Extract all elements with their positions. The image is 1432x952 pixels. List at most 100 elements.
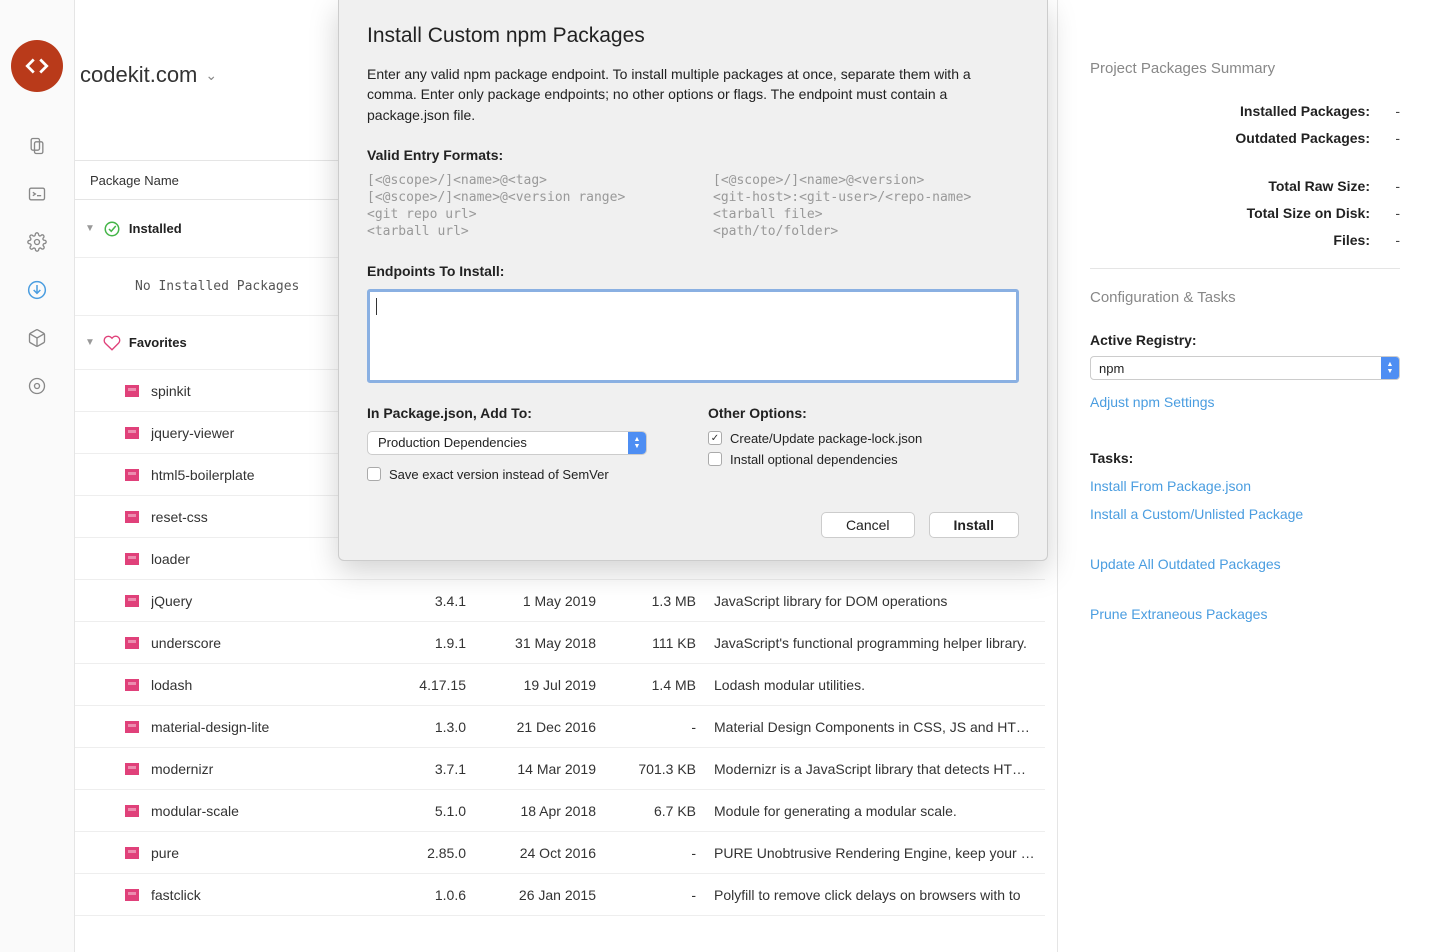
summary-raw: Total Raw Size: -	[1090, 178, 1400, 194]
nav-settings-icon[interactable]	[19, 224, 55, 260]
package-desc: Modernizr is a JavaScript library that d…	[714, 761, 1045, 777]
adjust-npm-link[interactable]: Adjust npm Settings	[1090, 394, 1400, 410]
pin-icon	[125, 595, 139, 607]
registry-select[interactable]: npm ▲▼	[1090, 356, 1400, 380]
package-date: 18 Apr 2018	[466, 803, 596, 819]
pkgjson-select[interactable]: Production Dependencies ▲▼	[367, 431, 647, 455]
package-date: 24 Oct 2016	[466, 845, 596, 861]
pin-icon	[125, 469, 139, 481]
endpoints-input[interactable]	[367, 289, 1019, 383]
checkbox-icon	[367, 467, 381, 481]
package-version: 3.4.1	[386, 593, 466, 609]
checkbox-icon	[708, 452, 722, 466]
package-desc: Polyfill to remove click delays on brows…	[714, 887, 1045, 903]
package-row[interactable]: modular-scale5.1.018 Apr 20186.7 KBModul…	[75, 790, 1045, 832]
package-name: modular-scale	[151, 803, 386, 819]
pin-icon	[125, 847, 139, 859]
package-date: 31 May 2018	[466, 635, 596, 651]
formats-grid: [<@scope>/]<name>@<tag> [<@scope>/]<name…	[367, 173, 1019, 239]
disclosure-triangle-icon[interactable]: ▼	[85, 337, 95, 348]
package-size: 701.3 KB	[596, 761, 696, 777]
package-row[interactable]: material-design-lite1.3.021 Dec 2016-Mat…	[75, 706, 1045, 748]
task-update-all[interactable]: Update All Outdated Packages	[1090, 556, 1400, 572]
pin-icon	[125, 679, 139, 691]
select-arrows-icon: ▲▼	[1381, 357, 1399, 379]
package-name: modernizr	[151, 761, 386, 777]
select-arrows-icon: ▲▼	[628, 432, 646, 454]
task-prune[interactable]: Prune Extraneous Packages	[1090, 606, 1400, 622]
pin-icon	[125, 637, 139, 649]
package-version: 1.3.0	[386, 719, 466, 735]
package-size: -	[596, 719, 696, 735]
package-name: pure	[151, 845, 386, 861]
package-row[interactable]: fastclick1.0.626 Jan 2015- Polyfill to re…	[75, 874, 1045, 916]
task-install-pkgjson[interactable]: Install From Package.json	[1090, 478, 1400, 494]
package-version: 1.9.1	[386, 635, 466, 651]
package-version: 4.17.15	[386, 677, 466, 693]
modal-body: Enter any valid npm package endpoint. To…	[367, 64, 1019, 125]
package-size: -	[596, 845, 696, 861]
column-name-header: Package Name	[90, 173, 179, 188]
text-cursor	[376, 298, 377, 315]
package-desc: JavaScript library for DOM operations	[714, 593, 1045, 609]
chevron-down-icon: ⌄	[205, 67, 217, 84]
package-name: material-design-lite	[151, 719, 386, 735]
group-installed-label: Installed	[129, 221, 182, 236]
package-date: 21 Dec 2016	[466, 719, 596, 735]
code-icon	[24, 53, 50, 79]
package-row[interactable]: modernizr3.7.114 Mar 2019701.3 KB Moderni…	[75, 748, 1045, 790]
package-desc: Module for generating a modular scale.	[714, 803, 1045, 819]
registry-label: Active Registry:	[1090, 332, 1400, 348]
nav-terminal-icon[interactable]	[19, 176, 55, 212]
right-panel: Project Packages Summary Installed Packa…	[1057, 0, 1432, 952]
save-exact-checkbox[interactable]: Save exact version instead of SemVer	[367, 467, 678, 482]
create-lock-checkbox[interactable]: ✓ Create/Update package-lock.json	[708, 431, 1019, 446]
package-date: 14 Mar 2019	[466, 761, 596, 777]
config-title: Configuration & Tasks	[1090, 289, 1400, 306]
package-name: fastclick	[151, 887, 386, 903]
task-install-custom[interactable]: Install a Custom/Unlisted Package	[1090, 506, 1400, 522]
project-selector[interactable]: codekit.com ⌄	[80, 62, 217, 88]
nav-files-icon[interactable]	[19, 128, 55, 164]
other-options-label: Other Options:	[708, 405, 1019, 421]
package-date: 19 Jul 2019	[466, 677, 596, 693]
cancel-button[interactable]: Cancel	[821, 512, 915, 538]
pin-icon	[125, 889, 139, 901]
package-name: jQuery	[151, 593, 386, 609]
install-button[interactable]: Install	[929, 512, 1019, 538]
group-favorites-label: Favorites	[129, 335, 187, 350]
pin-icon	[125, 427, 139, 439]
nav-packages-icon[interactable]	[19, 272, 55, 308]
package-version: 3.7.1	[386, 761, 466, 777]
pin-icon	[125, 721, 139, 733]
nav-server-icon[interactable]	[19, 368, 55, 404]
install-optional-checkbox[interactable]: Install optional dependencies	[708, 452, 1019, 467]
package-row[interactable]: pure2.85.024 Oct 2016-PURE Unobtrusive R…	[75, 832, 1045, 874]
disclosure-triangle-icon[interactable]: ▼	[85, 223, 95, 234]
package-desc: Lodash modular utilities.	[714, 677, 1045, 693]
package-version: 1.0.6	[386, 887, 466, 903]
package-row[interactable]: underscore1.9.131 May 2018111 KBJavaScri…	[75, 622, 1045, 664]
package-row[interactable]: jQuery3.4.11 May 20191.3 MBJavaScript li…	[75, 580, 1045, 622]
install-custom-modal: Install Custom npm Packages Enter any va…	[338, 0, 1048, 561]
package-size: 111 KB	[596, 635, 696, 651]
package-date: 26 Jan 2015	[466, 887, 596, 903]
pkgjson-label: In Package.json, Add To:	[367, 405, 678, 421]
nav-assets-icon[interactable]	[19, 320, 55, 356]
package-name: underscore	[151, 635, 386, 651]
formats-label: Valid Entry Formats:	[367, 147, 1019, 163]
package-row[interactable]: lodash4.17.1519 Jul 20191.4 MBLodash mod…	[75, 664, 1045, 706]
summary-installed: Installed Packages: -	[1090, 103, 1400, 119]
package-size: -	[596, 887, 696, 903]
summary-disk: Total Size on Disk: -	[1090, 205, 1400, 221]
summary-title: Project Packages Summary	[1090, 60, 1400, 77]
package-desc: PURE Unobtrusive Rendering Engine, keep …	[714, 845, 1045, 861]
left-rail	[0, 0, 75, 952]
package-version: 5.1.0	[386, 803, 466, 819]
pin-icon	[125, 805, 139, 817]
package-size: 1.4 MB	[596, 677, 696, 693]
divider	[1090, 268, 1400, 269]
pin-icon	[125, 385, 139, 397]
modal-title: Install Custom npm Packages	[367, 24, 1019, 48]
tasks-label: Tasks:	[1090, 450, 1400, 466]
